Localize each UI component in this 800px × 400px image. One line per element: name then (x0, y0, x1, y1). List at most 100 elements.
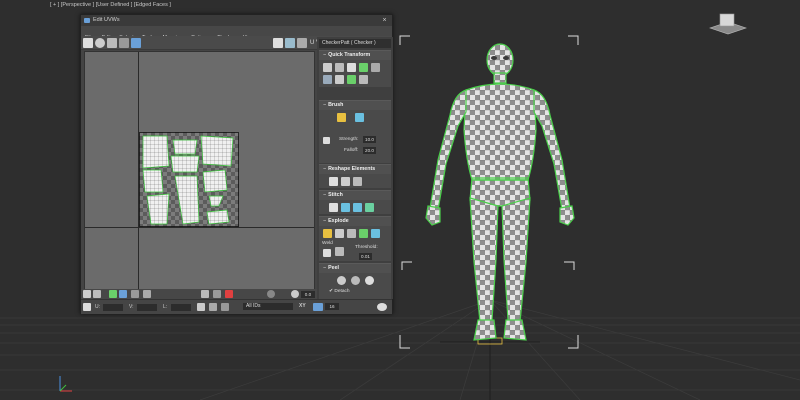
uv-axis-vertical (138, 52, 139, 297)
peel-header[interactable]: Peel (319, 264, 391, 273)
quick-peel-icon[interactable] (337, 276, 346, 285)
stitch-source-icon[interactable] (353, 203, 362, 212)
reshape-rollout: Reshape Elements (319, 164, 391, 188)
detach-label: Detach (334, 289, 350, 294)
show-map-icon[interactable] (273, 38, 283, 48)
axis-tripod-icon (59, 376, 72, 392)
select-by-angle-icon[interactable] (213, 290, 221, 298)
relax-brush-icon[interactable] (355, 113, 364, 122)
flatten-settings-icon[interactable] (359, 229, 368, 238)
align-horizontal-icon[interactable] (335, 63, 344, 72)
uv-status-bar: U: V: L: All IDs XY 16 (81, 299, 392, 314)
break-icon[interactable] (323, 229, 332, 238)
l-label: L: (163, 304, 168, 310)
edit-uvws-window[interactable]: Edit UVWs × File Edit Select Tools Mappi… (80, 14, 393, 314)
weld-label: Weld (322, 241, 333, 246)
brush-size-icon[interactable] (323, 137, 330, 144)
select-face-icon[interactable] (109, 290, 117, 298)
align-to-edge-icon[interactable] (323, 75, 332, 84)
stitch-to-target-icon[interactable] (329, 203, 338, 212)
relax-icon[interactable] (341, 177, 350, 186)
falloff-label: Falloff: (344, 148, 359, 153)
grid-toggle-icon[interactable] (285, 38, 295, 48)
stitch-rollout: Stitch (319, 190, 391, 214)
select-edge-icon[interactable] (93, 290, 101, 298)
select-vertex-icon[interactable] (83, 290, 91, 298)
zoom-extents-icon[interactable] (297, 38, 307, 48)
explode-rollout: Explode Weld Threshold: 0.01 (319, 216, 391, 261)
rotate-90-icon[interactable] (359, 63, 368, 72)
v-field[interactable] (137, 304, 157, 311)
align-vertical-icon[interactable] (323, 63, 332, 72)
undo-icon[interactable] (377, 303, 387, 311)
window-title: Edit UVWs (93, 17, 120, 23)
absolute-mode-icon[interactable] (83, 303, 91, 311)
select-element-icon[interactable] (119, 290, 127, 298)
flatten-icon[interactable] (347, 229, 356, 238)
uv-canvas[interactable] (84, 51, 315, 298)
lock-icon[interactable] (197, 303, 205, 311)
checker-dropdown[interactable]: CheckerPatt ( Checker ) (319, 39, 391, 48)
threshold-field[interactable]: 0.01 (359, 253, 372, 260)
peel-mode-icon[interactable] (351, 276, 360, 285)
stitch-settings-icon[interactable] (365, 203, 374, 212)
stitch-header[interactable]: Stitch (319, 191, 391, 200)
falloff-icon[interactable] (267, 290, 275, 298)
hide-icon[interactable] (209, 303, 217, 311)
detach-checkbox[interactable]: ✔ Detach (329, 289, 350, 294)
u-label: U: (95, 304, 100, 310)
l-field[interactable] (171, 304, 191, 311)
uv-layout-tile (139, 132, 239, 227)
soft-select-icon[interactable] (201, 290, 209, 298)
menu-bar: File Edit Select Tools Mapping Options D… (81, 26, 392, 41)
zoom-icon[interactable] (291, 290, 299, 298)
space-horizontal-icon[interactable] (335, 75, 344, 84)
grid-snap-icon[interactable] (313, 303, 323, 311)
grid-size-field[interactable]: 16 (325, 303, 339, 310)
selection-id-dropdown[interactable]: All IDs (243, 303, 293, 310)
close-icon[interactable]: × (380, 16, 389, 25)
viewport-label[interactable]: [ + ] [Perspective ] [User Defined ] [Ed… (50, 2, 171, 8)
weld-selected-icon[interactable] (323, 249, 331, 257)
quick-transform-header[interactable]: Quick Transform (319, 51, 391, 60)
viewcube-icon[interactable] (706, 12, 750, 36)
straighten-selection-icon[interactable] (329, 177, 338, 186)
xy-toggle[interactable]: XY (299, 303, 306, 310)
falloff-field[interactable]: 20.0 (363, 147, 376, 154)
explode-header[interactable]: Explode (319, 217, 391, 226)
paint-select-icon[interactable] (225, 290, 233, 298)
zoom-field[interactable]: 0.0 (301, 291, 315, 298)
target-weld-icon[interactable] (335, 247, 344, 256)
relax-settings-icon[interactable] (353, 177, 362, 186)
freeform-icon[interactable] (119, 38, 129, 48)
uv-axis-horizontal (85, 227, 314, 228)
space-vertical-icon[interactable] (347, 63, 356, 72)
quick-transform-rollout: Quick Transform (319, 50, 391, 87)
stitch-average-icon[interactable] (341, 203, 350, 212)
strength-field[interactable]: 10.0 (363, 136, 376, 143)
freeze-icon[interactable] (221, 303, 229, 311)
explode-settings-icon[interactable] (371, 229, 380, 238)
strength-label: Strength: (339, 137, 359, 142)
reshape-header[interactable]: Reshape Elements (319, 165, 391, 174)
move-icon[interactable] (83, 38, 93, 48)
peel-rollout: Peel ✔ Detach (319, 263, 391, 299)
mirror-icon[interactable] (131, 38, 141, 48)
ring-icon[interactable] (131, 290, 139, 298)
rotate-icon[interactable] (95, 38, 105, 48)
pin-icon[interactable] (365, 276, 374, 285)
threshold-label: Threshold: (355, 245, 378, 250)
detach-edge-icon[interactable] (335, 229, 344, 238)
v-label: V: (129, 304, 134, 310)
loop-icon[interactable] (143, 290, 151, 298)
brush-header[interactable]: Brush (319, 101, 391, 110)
flip-icon[interactable] (359, 75, 368, 84)
paint-brush-icon[interactable] (337, 113, 346, 122)
scale-icon[interactable] (107, 38, 117, 48)
window-titlebar[interactable]: Edit UVWs × (81, 15, 392, 26)
rotate-minus-90-icon[interactable] (347, 75, 356, 84)
brush-rollout: Brush Strength: 10.0 Falloff: 20.0 (319, 100, 391, 163)
straighten-icon[interactable] (371, 63, 380, 72)
u-field[interactable] (103, 304, 123, 311)
character-mesh[interactable] (400, 30, 600, 360)
